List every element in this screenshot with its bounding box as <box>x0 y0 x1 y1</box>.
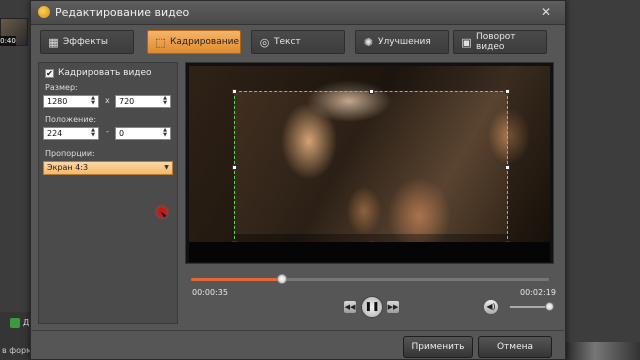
crop-handle-right[interactable] <box>505 165 510 170</box>
mouse-cursor-icon <box>157 207 167 217</box>
aspect-ratio-select[interactable]: Экран 4:3 ▼ <box>43 161 173 175</box>
tab-label: Текст <box>274 37 301 47</box>
bottom-left-panel: Д в форм <box>0 312 33 360</box>
dialog-footer-divider <box>30 330 566 331</box>
seek-progress <box>191 278 283 281</box>
apply-button[interactable]: Применить <box>403 336 473 358</box>
tab-label: Кадрирование <box>170 37 239 47</box>
ratio-label: Пропорции: <box>45 149 95 158</box>
position-x-field[interactable]: 224 ▲ ▼ <box>43 127 99 140</box>
cancel-button[interactable]: Отмена <box>478 336 552 358</box>
tab-rotate[interactable]: ▣ Поворот видео <box>453 30 547 54</box>
clip-duration: 0:40 <box>0 36 16 46</box>
volume-button[interactable]: ◀) <box>484 300 498 314</box>
position-x-value: 224 <box>47 129 63 138</box>
tab-label: Улучшения <box>378 37 431 47</box>
crop-video-checkbox[interactable]: ✔ Кадрировать видео <box>45 68 152 78</box>
tab-crop[interactable]: ⬚ Кадрирование <box>147 30 241 54</box>
right-bottom-thumbnail <box>565 342 640 360</box>
height-value: 720 <box>119 97 135 106</box>
speaker-icon: ◀) <box>486 302 496 311</box>
position-y-field[interactable]: 0 ▲ ▼ <box>115 127 171 140</box>
position-y-value: 0 <box>119 129 125 138</box>
crop-handle-top-left[interactable] <box>232 89 237 94</box>
right-background-panel <box>565 0 640 360</box>
pause-icon: ❚❚ <box>364 302 380 312</box>
width-field[interactable]: 1280 ▲ ▼ <box>43 95 99 108</box>
video-preview <box>185 62 554 264</box>
size-label: Размер: <box>45 83 78 92</box>
video-frame <box>189 66 550 242</box>
crop-handle-left[interactable] <box>232 165 237 170</box>
crop-mask-right <box>508 66 550 242</box>
size-separator: x <box>105 96 110 105</box>
aspect-ratio-value: Экран 4:3 <box>47 163 89 172</box>
next-frame-button[interactable]: ▶▶ <box>386 300 400 314</box>
crop-mask-top <box>234 66 508 91</box>
volume-thumb[interactable] <box>545 302 554 311</box>
format-text: в форм <box>2 346 33 355</box>
total-time: 00:02:19 <box>520 288 556 297</box>
position-label: Положение: <box>45 115 97 124</box>
current-time: 00:00:35 <box>192 288 228 297</box>
app-logo-icon <box>38 6 50 18</box>
video-letterbox <box>189 242 550 262</box>
spinner-arrows-icon[interactable]: ▲ ▼ <box>162 96 168 107</box>
tab-enhance[interactable]: ✺ Улучшения <box>355 30 449 54</box>
chevron-down-icon: ▼ <box>164 164 169 171</box>
crop-handle-top[interactable] <box>369 89 374 94</box>
tab-text[interactable]: ◎ Текст <box>251 30 345 54</box>
seek-bar[interactable] <box>191 274 549 284</box>
crop-mask-left <box>189 66 234 242</box>
text-icon: ◎ <box>259 36 270 49</box>
skip-back-icon: ◀◀ <box>344 303 356 311</box>
tab-label: Эффекты <box>63 37 108 47</box>
position-separator: - <box>106 127 109 136</box>
crop-video-label: Кадрировать видео <box>58 68 152 78</box>
spinner-arrows-icon[interactable]: ▲ ▼ <box>162 128 168 139</box>
skip-forward-icon: ▶▶ <box>387 303 399 311</box>
crop-icon: ⬚ <box>155 36 166 49</box>
tab-label: Поворот видео <box>476 32 516 52</box>
crop-handle-top-right[interactable] <box>505 89 510 94</box>
rotate-icon: ▣ <box>461 36 472 49</box>
height-field[interactable]: 720 ▲ ▼ <box>115 95 171 108</box>
crop-rectangle[interactable] <box>232 89 510 242</box>
crop-settings-panel: ✔ Кадрировать видео Размер: 1280 ▲ ▼ x 72… <box>38 62 178 324</box>
tab-bar: ▦ Эффекты ⬚ Кадрирование ◎ Текст ✺ Улучш… <box>40 30 554 54</box>
width-value: 1280 <box>47 97 68 106</box>
checkbox-check-icon[interactable]: ✔ <box>45 68 54 78</box>
pause-button[interactable]: ❚❚ <box>361 296 383 318</box>
bottom-label: Д <box>23 318 30 327</box>
tab-effects[interactable]: ▦ Эффекты <box>40 30 134 54</box>
green-check-icon[interactable] <box>10 318 20 328</box>
spinner-arrows-icon[interactable]: ▲ ▼ <box>90 128 96 139</box>
enhance-icon: ✺ <box>363 36 374 49</box>
previous-frame-button[interactable]: ◀◀ <box>343 300 357 314</box>
effects-icon: ▦ <box>48 36 59 49</box>
close-button[interactable]: ✕ <box>539 5 553 19</box>
dialog-title: Редактирование видео <box>55 6 190 19</box>
dialog-titlebar[interactable]: Редактирование видео ✕ <box>31 1 565 25</box>
spinner-arrows-icon[interactable]: ▲ ▼ <box>90 96 96 107</box>
